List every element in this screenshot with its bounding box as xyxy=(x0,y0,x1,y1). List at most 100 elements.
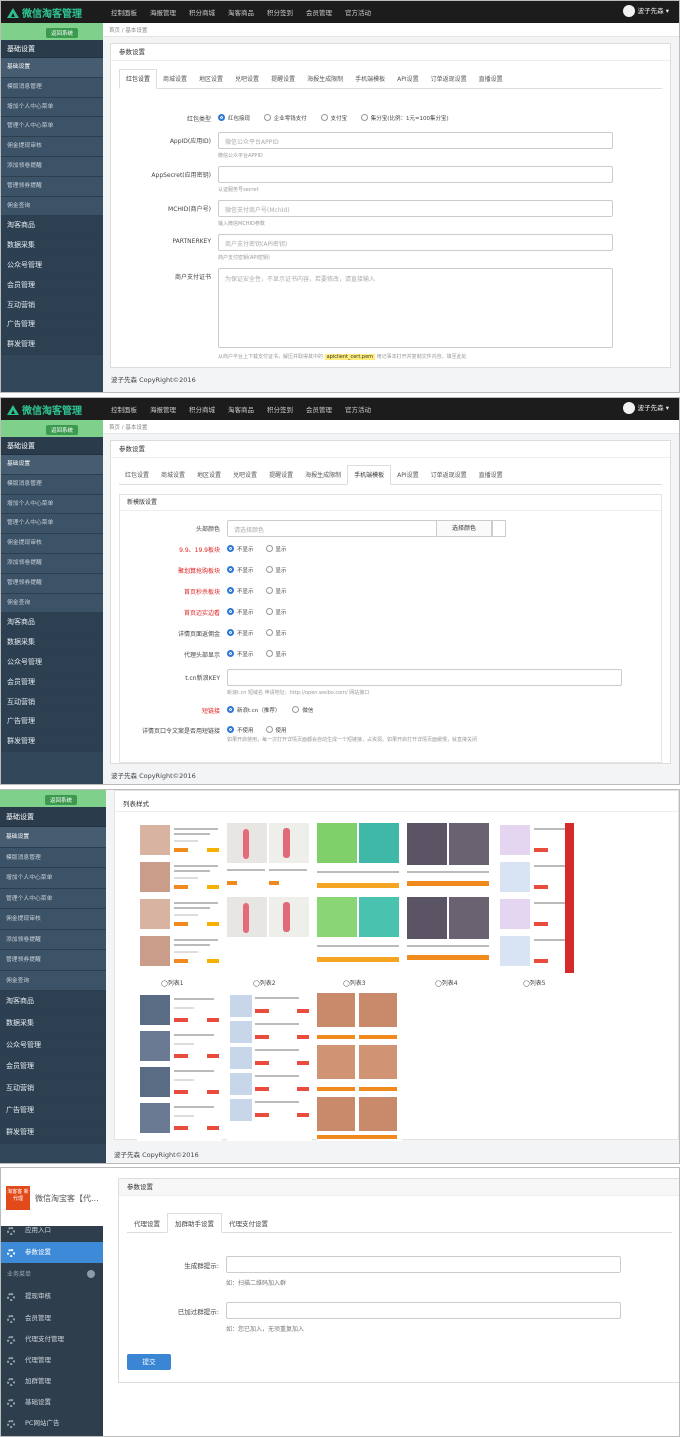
sidebar-section[interactable]: 群发管理 xyxy=(1,732,103,752)
tab[interactable]: API设置 xyxy=(391,466,425,486)
sidebar-section[interactable]: 数据采集 xyxy=(1,633,103,653)
tab[interactable]: 加群助手设置 xyxy=(167,1213,222,1233)
nav-item[interactable]: 控制面板 xyxy=(111,406,137,414)
appid-input[interactable]: 微信公众平台APPID xyxy=(218,132,613,149)
radio-option[interactable]: 使用 xyxy=(265,726,287,734)
app-logo[interactable]: 微信淘客管理 xyxy=(7,402,82,417)
list-style-3-radio[interactable]: ◯列表3 xyxy=(343,978,366,987)
sidebar-section[interactable]: 淘客商品 xyxy=(1,216,103,237)
tab[interactable]: 商城设置 xyxy=(157,70,193,90)
sidebar-section[interactable]: 会员管理 xyxy=(0,1056,106,1079)
sidebar-item[interactable]: 管理个人中心菜单 xyxy=(1,514,103,535)
tab[interactable]: 兑吧设置 xyxy=(229,70,265,90)
user-menu[interactable]: 波子先森 ▾ xyxy=(622,5,669,17)
tab[interactable]: 代理支付设置 xyxy=(222,1214,275,1234)
list-style-5-radio[interactable]: ◯列表5 xyxy=(523,978,546,987)
sidebar-group-basic[interactable]: 基础设置 xyxy=(1,40,103,58)
cert-textarea[interactable]: 为保证安全性，不显示证书内容，若要修改，请直接输入 xyxy=(218,268,613,348)
radio-option[interactable]: 支付宝 xyxy=(320,114,347,122)
radio-option[interactable]: 不显示 xyxy=(227,545,254,553)
sidebar-section[interactable]: 公众号管理 xyxy=(1,652,103,673)
sidebar-item[interactable]: PC网站广告 xyxy=(1,1413,103,1434)
sidebar-item[interactable]: 增加个人中心菜单 xyxy=(1,494,103,515)
group-prompt-input[interactable] xyxy=(226,1256,621,1273)
tcn-key-input[interactable] xyxy=(227,669,622,686)
tab[interactable]: 地区设置 xyxy=(191,466,227,486)
nav-item[interactable]: 淘客商品 xyxy=(228,406,254,414)
sidebar-section[interactable]: 数据采集 xyxy=(0,1012,106,1035)
sidebar-section[interactable]: 群发管理 xyxy=(1,335,103,355)
radio-option[interactable]: 显示 xyxy=(265,545,287,553)
sidebar-section[interactable]: 广告管理 xyxy=(1,315,103,336)
tab[interactable]: 代理设置 xyxy=(127,1214,167,1234)
tab[interactable]: 商城设置 xyxy=(155,466,191,486)
sidebar-item[interactable]: 模版消息管理 xyxy=(0,847,106,868)
sidebar-section[interactable]: 淘客商品 xyxy=(0,991,106,1013)
sidebar-item[interactable]: 基础设置 xyxy=(1,58,103,78)
mchid-input[interactable]: 微信支付商户号(MchId) xyxy=(218,200,613,217)
sidebar-item[interactable]: 基础设置 xyxy=(1,1392,103,1413)
appsecret-input[interactable] xyxy=(218,166,613,183)
sidebar-item[interactable]: 佣金查询 xyxy=(0,970,106,991)
list-style-2-radio[interactable]: ◯列表2 xyxy=(253,978,276,987)
sidebar-section[interactable]: 群发管理 xyxy=(0,1121,106,1144)
radio-option[interactable]: 显示 xyxy=(265,566,287,574)
tab[interactable]: API设置 xyxy=(391,70,425,90)
sidebar-item[interactable]: 加群管理 xyxy=(1,1371,103,1392)
radio-option[interactable]: 企业零钱支付 xyxy=(263,114,307,122)
sidebar-item[interactable]: 代理管理 xyxy=(1,1350,103,1371)
app-logo[interactable]: 微信淘客管理 xyxy=(7,5,82,20)
nav-item[interactable]: 海报管理 xyxy=(150,406,176,414)
radio-option[interactable]: 新浪t.cn（推荐） xyxy=(227,706,280,714)
sidebar-item[interactable]: 佣金查询 xyxy=(1,593,103,614)
radio-option[interactable]: 显示 xyxy=(265,650,287,658)
nav-item[interactable]: 积分商城 xyxy=(189,9,215,17)
sidebar-item[interactable]: 增加个人中心菜单 xyxy=(1,97,103,118)
joined-prompt-input[interactable] xyxy=(226,1302,621,1319)
sidebar-section[interactable]: 互动营销 xyxy=(0,1078,106,1100)
tab[interactable]: 海报生成限制 xyxy=(301,70,349,90)
tab[interactable]: 海报生成限制 xyxy=(299,466,347,486)
sidebar-item[interactable]: 提现审核 xyxy=(1,1286,103,1307)
radio-option[interactable]: 不显示 xyxy=(227,650,254,658)
sidebar-item[interactable]: 会员管理 xyxy=(1,1308,103,1329)
sidebar-section[interactable]: 公众号管理 xyxy=(1,255,103,276)
nav-item[interactable]: 积分签到 xyxy=(267,9,293,17)
brand-logo[interactable]: 淘客客 新代理 xyxy=(6,1186,30,1210)
color-swatch[interactable] xyxy=(492,520,506,537)
sidebar-item[interactable]: 应用入口 xyxy=(1,1220,103,1241)
tab[interactable]: 直播设置 xyxy=(473,70,509,90)
sidebar-section[interactable]: 数据采集 xyxy=(1,236,103,256)
sidebar-section[interactable]: 广告管理 xyxy=(1,712,103,733)
tab[interactable]: 直播设置 xyxy=(473,466,509,486)
sidebar-item[interactable]: 管理领券提醒 xyxy=(1,573,103,594)
tab[interactable]: 手机端模板 xyxy=(349,70,391,90)
sidebar-item[interactable]: 模版消息管理 xyxy=(1,77,103,98)
sidebar-item[interactable]: 管理领券提醒 xyxy=(1,176,103,197)
tab[interactable]: 提醒设置 xyxy=(265,70,301,90)
sidebar-section[interactable]: 互动营销 xyxy=(1,295,103,316)
radio-option[interactable]: 显示 xyxy=(265,629,287,637)
partnerkey-input[interactable]: 商户支付密钥(API密钥) xyxy=(218,234,613,251)
nav-item[interactable]: 淘客商品 xyxy=(228,9,254,17)
radio-option[interactable]: 显示 xyxy=(265,608,287,616)
nav-item[interactable]: 控制面板 xyxy=(111,9,137,17)
back-button[interactable]: 返回系统 xyxy=(46,425,79,435)
choose-color-button[interactable]: 选择颜色 xyxy=(436,520,492,537)
tab[interactable]: 订单返现设置 xyxy=(425,70,473,90)
sidebar-item[interactable]: 佣金提现审核 xyxy=(0,909,106,930)
sidebar-group-basic[interactable]: 基础设置 xyxy=(0,807,106,827)
sidebar-item[interactable]: 管理领券提醒 xyxy=(0,950,106,971)
nav-item[interactable]: 会员管理 xyxy=(306,406,332,414)
nav-item[interactable]: 海报管理 xyxy=(150,9,176,17)
sidebar-section[interactable]: 会员管理 xyxy=(1,275,103,296)
header-color-input[interactable]: 请选择颜色 xyxy=(227,520,437,537)
radio-option[interactable]: 显示 xyxy=(265,587,287,595)
tab[interactable]: 提醒设置 xyxy=(263,466,299,486)
sidebar-item[interactable]: 模版消息管理 xyxy=(1,474,103,495)
sidebar-group[interactable]: 业务菜单 xyxy=(1,1264,103,1285)
collapse-icon[interactable] xyxy=(87,1270,95,1278)
radio-option[interactable]: 不显示 xyxy=(227,587,254,595)
back-button[interactable]: 返回系统 xyxy=(45,795,78,805)
radio-option[interactable]: 不显示 xyxy=(227,566,254,574)
